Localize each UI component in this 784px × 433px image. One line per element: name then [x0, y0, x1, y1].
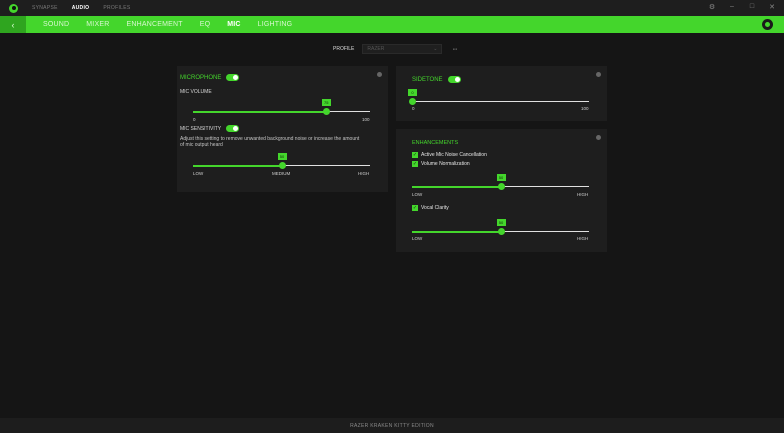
- sensitivity-low: LOW: [193, 171, 204, 176]
- mic-sensitivity-description: Adjust this setting to remove unwanted b…: [180, 136, 360, 148]
- microphone-panel: MICROPHONE MIC VOLUME 75 0 100 MIC SENSI…: [177, 66, 388, 192]
- noise-cancellation-row[interactable]: ✓ Active Mic Noise Cancellation: [412, 152, 487, 158]
- checkbox-checked-icon[interactable]: ✓: [412, 161, 418, 167]
- normalization-slider[interactable]: 50: [412, 174, 589, 191]
- slider-fill: [412, 186, 501, 188]
- noise-cancellation-label: Active Mic Noise Cancellation: [421, 152, 487, 158]
- chevron-left-icon: ‹: [11, 19, 15, 30]
- microphone-header: MICROPHONE: [180, 74, 240, 81]
- clarity-high: HIGH: [577, 236, 589, 241]
- sidetone-panel: SIDETONE 0 0 100: [396, 66, 607, 121]
- slider-thumb[interactable]: [409, 98, 416, 105]
- tab-eq[interactable]: EQ: [200, 21, 211, 28]
- tab-lighting[interactable]: LIGHTING: [258, 21, 293, 28]
- tab-synapse[interactable]: SYNAPSE: [32, 5, 58, 11]
- mic-volume-min: 0: [193, 117, 196, 122]
- slider-thumb[interactable]: [497, 183, 505, 190]
- tab-audio[interactable]: AUDIO: [72, 5, 90, 11]
- slider-fill: [193, 165, 282, 167]
- back-button[interactable]: ‹: [0, 16, 26, 33]
- checkbox-checked-icon[interactable]: ✓: [412, 205, 418, 211]
- mic-sensitivity-slider[interactable]: 50: [193, 153, 370, 170]
- tab-sound[interactable]: SOUND: [43, 21, 69, 28]
- maximize-icon[interactable]: □: [748, 3, 756, 11]
- minimize-icon[interactable]: –: [728, 3, 736, 11]
- slider-fill: [412, 231, 501, 233]
- sidetone-title: SIDETONE: [412, 76, 443, 83]
- slider-value: 50: [277, 153, 287, 160]
- clarity-low: LOW: [412, 236, 423, 241]
- microphone-title: MICROPHONE: [180, 74, 222, 81]
- mic-volume-slider[interactable]: 75: [193, 99, 370, 116]
- tab-profiles[interactable]: PROFILES: [103, 5, 130, 11]
- sub-nav-bar: ‹ SOUND MIXER ENHANCEMENT EQ MIC LIGHTIN…: [0, 16, 784, 33]
- device-name: RAZER KRAKEN KITTY EDITION: [350, 422, 434, 429]
- close-icon[interactable]: ✕: [768, 3, 776, 11]
- mic-sensitivity-toggle[interactable]: [226, 125, 240, 132]
- profile-label: PROFILE: [333, 46, 355, 52]
- slider-value: 50: [496, 219, 506, 226]
- slider-value: 0: [408, 89, 417, 96]
- normalization-low: LOW: [412, 192, 423, 197]
- vocal-clarity-slider[interactable]: 50: [412, 219, 589, 236]
- info-icon[interactable]: [596, 72, 601, 77]
- normalization-high: HIGH: [577, 192, 589, 197]
- sidetone-header: SIDETONE: [412, 76, 461, 83]
- razer-logo-icon[interactable]: [9, 3, 18, 13]
- profile-dropdown[interactable]: RAZER ⌄: [362, 44, 443, 54]
- checkbox-checked-icon[interactable]: ✓: [412, 152, 418, 158]
- window-controls: ⚙ – □ ✕: [708, 3, 776, 11]
- info-icon[interactable]: [596, 135, 601, 140]
- tab-mixer[interactable]: MIXER: [86, 21, 109, 28]
- device-footer: RAZER KRAKEN KITTY EDITION: [0, 418, 784, 433]
- mic-sensitivity-label: MIC SENSITIVITY: [180, 125, 222, 132]
- sidetone-slider[interactable]: 0: [408, 89, 589, 106]
- tab-enhancement[interactable]: ENHANCEMENT: [126, 21, 182, 28]
- sidetone-toggle[interactable]: [447, 76, 461, 83]
- slider-thumb[interactable]: [278, 162, 286, 169]
- chevron-down-icon: ⌄: [433, 46, 438, 52]
- enhancements-panel: ENHANCEMENTS ✓ Active Mic Noise Cancella…: [396, 129, 607, 252]
- slider-thumb[interactable]: [322, 108, 330, 115]
- title-bar: SYNAPSE AUDIO PROFILES ⚙ – □ ✕: [0, 0, 784, 16]
- sidetone-max: 100: [581, 106, 589, 111]
- sensitivity-high: HIGH: [358, 171, 370, 176]
- vocal-clarity-label: Vocal Clarity: [421, 205, 449, 211]
- more-options-button[interactable]: ···: [452, 46, 457, 53]
- mic-volume-label: MIC VOLUME: [180, 89, 212, 95]
- profile-row: PROFILE RAZER ⌄ ···: [333, 44, 457, 54]
- user-avatar-icon[interactable]: [762, 19, 773, 30]
- enhancements-title: ENHANCEMENTS: [412, 140, 459, 146]
- enhancements-header: ENHANCEMENTS: [412, 140, 458, 146]
- microphone-toggle[interactable]: [226, 74, 240, 81]
- slider-fill: [193, 111, 326, 113]
- info-icon[interactable]: [377, 72, 382, 77]
- volume-normalization-label: Volume Normalization: [421, 161, 470, 167]
- volume-normalization-row[interactable]: ✓ Volume Normalization: [412, 161, 470, 167]
- sensitivity-medium: MEDIUM: [272, 171, 291, 176]
- mic-sensitivity-header: MIC SENSITIVITY: [180, 125, 240, 132]
- profile-value: RAZER: [367, 46, 385, 52]
- tab-mic[interactable]: MIC: [227, 21, 240, 28]
- slider-track: [412, 101, 589, 102]
- vocal-clarity-row[interactable]: ✓ Vocal Clarity: [412, 205, 449, 211]
- sidetone-min: 0: [412, 106, 415, 111]
- slider-value: 50: [496, 174, 506, 181]
- mic-volume-max: 100: [362, 117, 370, 122]
- slider-thumb[interactable]: [497, 228, 505, 235]
- slider-value: 75: [321, 99, 331, 106]
- settings-icon[interactable]: ⚙: [708, 3, 716, 11]
